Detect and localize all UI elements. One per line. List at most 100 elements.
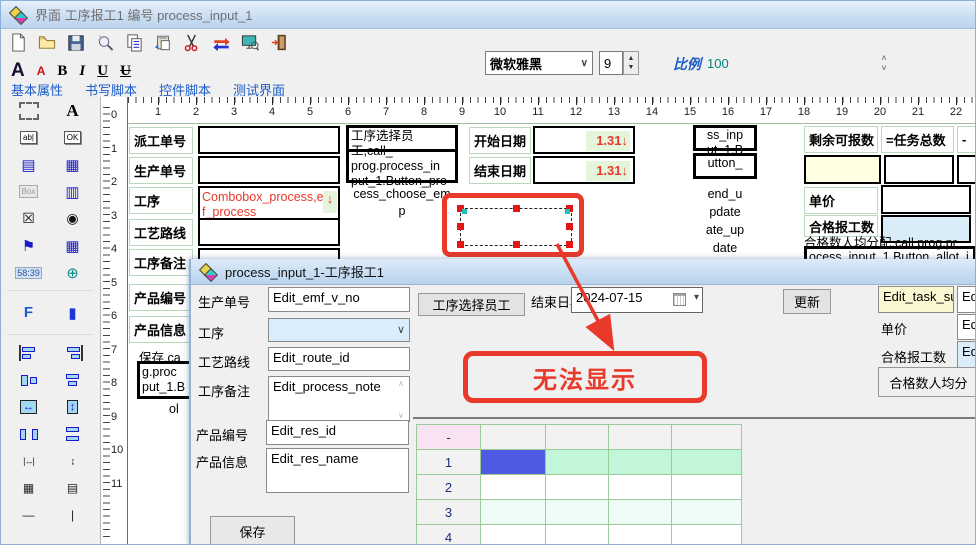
tab-control-script[interactable]: 控件脚本 bbox=[159, 80, 211, 97]
preview-icon[interactable] bbox=[94, 32, 116, 54]
grid-selected-cell[interactable] bbox=[481, 450, 546, 475]
font-large-button[interactable]: A bbox=[11, 62, 25, 80]
grid-cell[interactable] bbox=[609, 475, 672, 500]
font-tool-icon[interactable]: F bbox=[7, 299, 51, 326]
canvas-input-task-total[interactable] bbox=[884, 155, 954, 184]
screen-icon[interactable] bbox=[239, 32, 261, 54]
v-line-icon[interactable]: | bbox=[51, 501, 95, 528]
exit-icon[interactable] bbox=[268, 32, 290, 54]
cut-icon[interactable] bbox=[181, 32, 203, 54]
tree-tool-icon[interactable]: ⚑ bbox=[7, 232, 51, 259]
canvas-label-note[interactable]: 工序备注 bbox=[129, 249, 193, 276]
open-icon[interactable] bbox=[36, 32, 58, 54]
same-height-icon[interactable]: ↕ bbox=[51, 393, 95, 420]
underline-button[interactable]: U bbox=[97, 62, 108, 80]
space-h-icon[interactable]: |↔| bbox=[7, 447, 51, 474]
canvas-input-unit-price[interactable] bbox=[881, 185, 971, 214]
canvas-input-remaining[interactable] bbox=[804, 155, 881, 184]
dialog-input-task2[interactable]: Edit bbox=[957, 286, 976, 313]
grid-cell[interactable] bbox=[609, 525, 672, 545]
canvas-button-choose-emp[interactable]: 工序选择员工,call_ prog.process_in put_1.Butto… bbox=[346, 125, 458, 183]
grid-row-header[interactable]: 1 bbox=[417, 450, 481, 475]
canvas-label-start-date[interactable]: 开始日期 bbox=[469, 127, 531, 154]
canvas-label-res-name[interactable]: 产品信息 bbox=[129, 316, 193, 343]
dialog-process-combobox[interactable]: ∨ bbox=[268, 318, 410, 342]
paste-icon[interactable] bbox=[152, 32, 174, 54]
new-icon[interactable] bbox=[7, 32, 29, 54]
canvas-label-task-total[interactable]: =任务总数 bbox=[881, 126, 954, 153]
canvas-label-end-date[interactable]: 结束日期 bbox=[469, 157, 531, 184]
canvas-label-res-id[interactable]: 产品编号 bbox=[129, 284, 193, 311]
label-tool-icon[interactable]: A bbox=[51, 97, 95, 124]
grid-cell[interactable] bbox=[546, 475, 609, 500]
dialog-input-production[interactable]: Edit_emf_v_no bbox=[268, 287, 410, 312]
time-tool-icon[interactable]: 58:39 bbox=[7, 259, 51, 286]
radio-tool-icon[interactable]: ◉ bbox=[51, 205, 95, 232]
edit-tool-icon[interactable]: ab| bbox=[7, 124, 51, 151]
dialog-choose-emp-button[interactable]: 工序选择员工 bbox=[418, 293, 525, 316]
canvas-input-production[interactable] bbox=[198, 156, 340, 184]
grid-cell[interactable] bbox=[609, 450, 672, 475]
fill-tool-icon[interactable]: ▮ bbox=[51, 299, 95, 326]
web-tool-icon[interactable]: ⊕ bbox=[51, 259, 95, 286]
grid-header-cell[interactable] bbox=[481, 425, 546, 450]
canvas-input-end-date[interactable]: 1.31↓ bbox=[533, 156, 635, 184]
grid-header-cell[interactable] bbox=[546, 425, 609, 450]
grid-header-cell[interactable] bbox=[672, 425, 742, 450]
form-tool-icon[interactable]: ▦ bbox=[51, 151, 95, 178]
canvas-input-route[interactable] bbox=[198, 218, 340, 246]
distribute-h-icon[interactable] bbox=[7, 420, 51, 447]
grid-cell[interactable] bbox=[546, 450, 609, 475]
canvas-label-cut[interactable]: - bbox=[957, 126, 976, 153]
align-left-icon[interactable] bbox=[7, 339, 51, 366]
swap-arrows-icon[interactable] bbox=[210, 32, 232, 54]
grid-cell[interactable] bbox=[546, 500, 609, 525]
grid-row-header[interactable]: 3 bbox=[417, 500, 481, 525]
grid-row-header[interactable]: 4 bbox=[417, 525, 481, 545]
dialog-save-button[interactable]: 保存 bbox=[210, 516, 295, 545]
grid-cell[interactable] bbox=[546, 525, 609, 545]
canvas-input-cut[interactable] bbox=[957, 155, 976, 184]
tab-basic-props[interactable]: 基本属性 bbox=[11, 80, 63, 97]
h-line-icon[interactable]: — bbox=[7, 501, 51, 528]
memo-tool-icon[interactable]: ▤ bbox=[7, 151, 51, 178]
canvas-label-dispatch[interactable]: 派工单号 bbox=[129, 127, 193, 154]
grid-cell[interactable] bbox=[481, 525, 546, 545]
save-icon[interactable] bbox=[65, 32, 87, 54]
dialog-titlebar[interactable]: process_input_1-工序报工1 bbox=[191, 259, 975, 285]
grid-cell[interactable] bbox=[672, 475, 742, 500]
strike-button[interactable]: U bbox=[120, 62, 131, 80]
canvas-label-process[interactable]: 工序 bbox=[129, 187, 193, 214]
grid-cell[interactable] bbox=[481, 500, 546, 525]
canvas-label-route[interactable]: 工艺路线 bbox=[129, 219, 193, 246]
grid-cell[interactable] bbox=[609, 500, 672, 525]
font-name-select[interactable]: 微软雅黑 ∨ bbox=[485, 51, 593, 75]
datagrid-tool-icon[interactable]: ▦ bbox=[51, 232, 95, 259]
canvas-label-production[interactable]: 生产单号 bbox=[129, 157, 193, 184]
grid-cell[interactable] bbox=[672, 525, 742, 545]
align-right-icon[interactable] bbox=[51, 339, 95, 366]
canvas-label-unit-price[interactable]: 单价 bbox=[804, 187, 878, 214]
chevron-down-icon[interactable]: ▾ bbox=[694, 292, 699, 303]
grid-cell[interactable] bbox=[672, 500, 742, 525]
canvas-label-remaining[interactable]: 剩余可报数 bbox=[804, 126, 878, 153]
selection-tool-icon[interactable] bbox=[7, 97, 51, 124]
canvas-button-save[interactable]: g.proc put_1.B bbox=[137, 361, 197, 399]
dialog-input-route[interactable]: Edit_route_id bbox=[268, 347, 410, 371]
combobox-drop-icon[interactable]: ↓ bbox=[323, 191, 337, 213]
dialog-input-task[interactable]: Edit_task_sur bbox=[878, 286, 954, 313]
dialog-input-res-id[interactable]: Edit_res_id bbox=[266, 420, 409, 445]
canvas-button-end-update-a[interactable]: ss_inp ut_1.B bbox=[693, 125, 757, 151]
font-small-button[interactable]: A bbox=[37, 62, 46, 80]
grid-cell[interactable] bbox=[481, 475, 546, 500]
font-size-spinner[interactable]: ▲▼ bbox=[623, 51, 639, 75]
grid-cell[interactable] bbox=[672, 450, 742, 475]
dialog-update-button[interactable]: 更新 bbox=[783, 289, 831, 314]
canvas-input-dispatch[interactable] bbox=[198, 126, 340, 154]
align-center-v-icon[interactable] bbox=[51, 366, 95, 393]
columns-icon[interactable]: ▦ bbox=[7, 474, 51, 501]
chevron-down-icon[interactable]: ∨ bbox=[397, 323, 405, 336]
italic-button[interactable]: I bbox=[79, 62, 85, 80]
grid-row-header[interactable]: 2 bbox=[417, 475, 481, 500]
align-center-h-icon[interactable] bbox=[7, 366, 51, 393]
